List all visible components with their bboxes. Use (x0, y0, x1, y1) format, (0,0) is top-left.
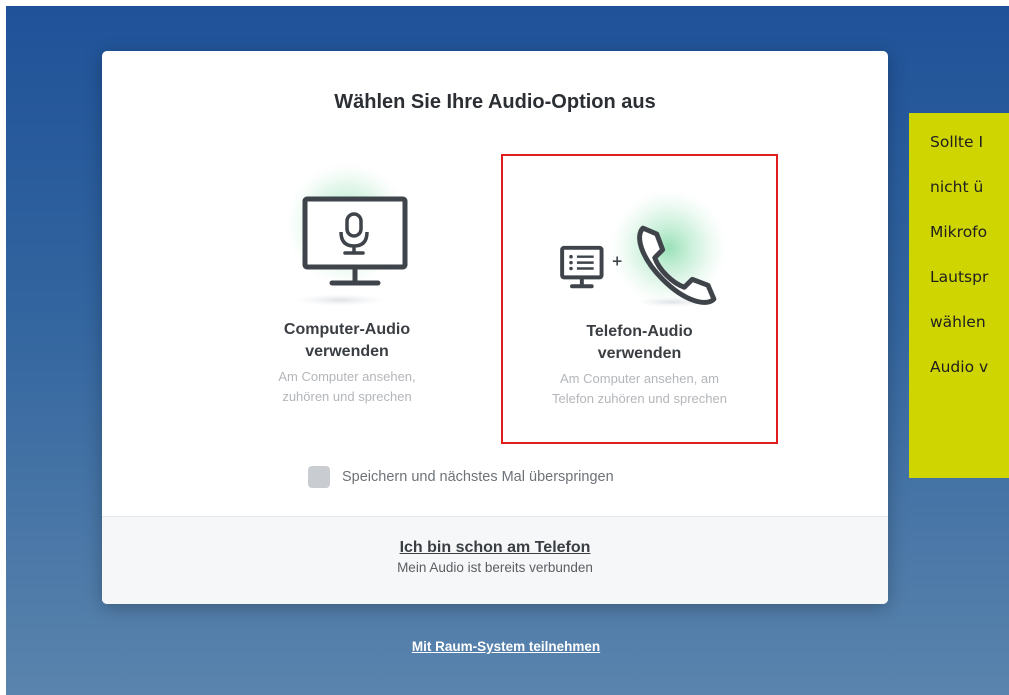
computer-audio-title: Computer-Audio verwenden (227, 319, 467, 363)
callout-line-5: wählen (930, 313, 986, 331)
already-on-phone-link[interactable]: Ich bin schon am Telefon (400, 539, 591, 557)
phone-audio-title: Telefon-Audio verwenden (503, 321, 776, 365)
already-on-phone-subtext: Mein Audio ist bereits verbunden (397, 560, 593, 575)
phone-audio-title-line-1: Telefon-Audio (586, 323, 693, 340)
callout-line-1: Sollte I (930, 133, 984, 151)
computer-audio-description: Am Computer ansehen, zuhören und spreche… (227, 367, 467, 407)
remember-checkbox[interactable] (308, 466, 330, 488)
monitor-plus-phone-icon: + (560, 188, 728, 307)
phone-audio-desc-line-1: Am Computer ansehen, am (560, 371, 719, 386)
phone-audio-title-line-2: verwenden (597, 345, 682, 362)
phone-audio-description: Am Computer ansehen, am Telefon zuhören … (503, 369, 776, 409)
room-system-link[interactable]: Mit Raum-System teilnehmen (6, 639, 1006, 654)
app-background: Wählen Sie Ihre Audio-Option aus Compute… (6, 6, 1009, 695)
computer-microphone-icon (285, 162, 409, 306)
callout-line-6: Audio v (930, 358, 989, 376)
callout-line-4: Lautspr (930, 268, 989, 286)
computer-audio-desc-line-1: Am Computer ansehen, (278, 369, 416, 384)
phone-audio-desc-line-2: Telefon zuhören und sprechen (552, 391, 727, 406)
dialog-title: Wählen Sie Ihre Audio-Option aus (334, 91, 656, 113)
instruction-callout: Sollte I nicht ü Mikrofo Lautspr wählen … (909, 113, 1009, 478)
dialog-footer: Ich bin schon am Telefon Mein Audio ist … (102, 516, 888, 604)
audio-option-dialog: Wählen Sie Ihre Audio-Option aus Compute… (102, 51, 888, 604)
callout-line-2: nicht ü (930, 178, 984, 196)
phone-audio-option[interactable]: + Telefon-Audio verwenden Am Computer an… (501, 154, 778, 444)
computer-audio-title-line-1: Computer-Audio (283, 321, 411, 338)
remember-label: Speichern und nächstes Mal überspringen (342, 469, 614, 485)
callout-line-3: Mikrofo (930, 223, 988, 241)
computer-audio-title-line-2: verwenden (305, 343, 389, 360)
computer-audio-option[interactable]: Computer-Audio verwenden Am Computer ans… (227, 154, 467, 444)
computer-audio-desc-line-2: zuhören und sprechen (282, 389, 412, 404)
remember-choice-row[interactable]: Speichern und nächstes Mal überspringen (308, 466, 614, 488)
svg-text:+: + (611, 254, 623, 270)
